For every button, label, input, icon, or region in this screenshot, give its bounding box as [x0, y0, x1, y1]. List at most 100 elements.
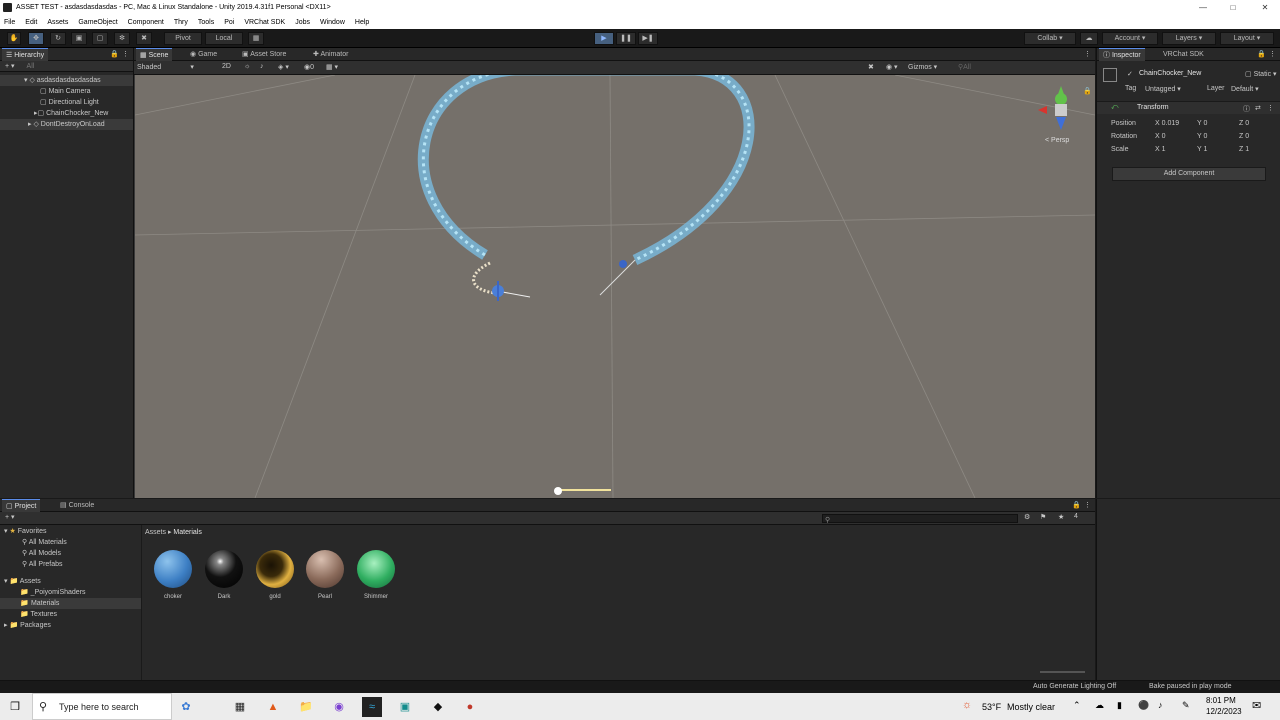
microphone-icon[interactable]: ⚫ — [1138, 700, 1149, 711]
cloud-icon[interactable]: ☁ — [1080, 32, 1098, 45]
hierarchy-menu-icon[interactable]: ⋮ — [122, 50, 129, 58]
audio-app-icon[interactable]: ≈ — [362, 697, 382, 717]
lighting-toggle-icon[interactable]: ☼ — [244, 63, 250, 70]
layer-dropdown[interactable]: Default ▾ — [1231, 85, 1259, 93]
unity-taskbar-icon[interactable]: ◆ — [428, 697, 448, 717]
minimize-icon[interactable]: — — [1188, 0, 1218, 15]
favorite-icon[interactable]: ★ — [1058, 513, 1064, 521]
material-card[interactable]: Dark — [204, 550, 244, 600]
project-menu-icon[interactable]: ⋮ — [1084, 501, 1091, 509]
scene-search-input[interactable]: ⚲All — [958, 63, 971, 71]
menu-vrchat-sdk[interactable]: VRChat SDK — [244, 19, 285, 26]
transform-tool-icon[interactable]: ✼ — [114, 32, 130, 45]
create-icon[interactable]: + ▾ — [5, 513, 15, 521]
grid-snap-icon[interactable]: ▦ — [248, 32, 264, 45]
active-checkbox[interactable]: ✓ — [1127, 70, 1133, 78]
favorite-item[interactable]: ⚲ All Materials — [22, 538, 67, 546]
hierarchy-dontdestroy-row[interactable]: ▸ ◇ DontDestroyOnLoad — [0, 119, 133, 130]
tab-asset-store[interactable]: ▣ Asset Store — [238, 48, 290, 61]
rect-tool-icon[interactable]: ▢ — [92, 32, 108, 45]
shading-mode-dropdown[interactable]: Shaded ▾ — [137, 63, 194, 71]
pivot-toggle[interactable]: Pivot — [164, 32, 202, 45]
favorites-row[interactable]: ▾ ★ Favorites — [4, 527, 47, 535]
scene-viewport[interactable]: 🔒 < Persp — [135, 75, 1095, 498]
volume-icon[interactable]: ♪ — [1158, 700, 1163, 710]
persp-label[interactable]: < Persp — [1045, 137, 1069, 144]
help-icon[interactable]: ⓘ — [1243, 104, 1250, 114]
hand-tool-icon[interactable]: ✋ — [7, 32, 21, 45]
tab-project[interactable]: ▢ Project — [2, 499, 41, 512]
start-icon[interactable]: ❒ — [5, 697, 25, 717]
transform-header[interactable]: ⤺ Transform ⓘ ⇄ ⋮ — [1097, 101, 1280, 114]
hierarchy-item[interactable]: ▸▢ ChainChocker_New — [34, 108, 108, 119]
project-search-input[interactable]: ⚲ — [822, 514, 1018, 524]
rotation-z-field[interactable]: Z 0 — [1239, 133, 1249, 140]
position-y-field[interactable]: Y 0 — [1197, 120, 1207, 127]
filter-type-icon[interactable]: ⚙ — [1024, 513, 1030, 521]
close-icon[interactable]: ✕ — [1250, 0, 1280, 15]
maximize-icon[interactable]: □ — [1218, 0, 1248, 15]
lighting-status[interactable]: Auto Generate Lighting Off — [1033, 683, 1116, 690]
menu-file[interactable]: File — [4, 19, 15, 26]
rotation-x-field[interactable]: X 0 — [1155, 133, 1166, 140]
onedrive-icon[interactable]: ☁ — [1095, 700, 1104, 711]
menu-help[interactable]: Help — [355, 19, 369, 26]
local-toggle[interactable]: Local — [205, 32, 243, 45]
layers-dropdown[interactable]: Layers ▾ — [1162, 32, 1216, 45]
tray-chevron-icon[interactable]: ⌃ — [1073, 700, 1081, 711]
hidden-objects-icon[interactable]: ◉0 — [304, 63, 314, 71]
battery-icon[interactable]: ▮ — [1117, 700, 1122, 711]
material-card[interactable]: Shimmer — [356, 550, 396, 600]
recorder-icon[interactable]: ● — [460, 697, 480, 717]
object-name-field[interactable]: ChainChocker_New — [1139, 70, 1201, 77]
assets-row[interactable]: ▾ 📁 Assets — [4, 577, 41, 585]
inspector-menu-icon[interactable]: ⋮ — [1269, 50, 1276, 58]
rotation-y-field[interactable]: Y 0 — [1197, 133, 1207, 140]
add-icon[interactable]: + ▾ — [5, 62, 15, 70]
zoom-slider[interactable] — [1040, 671, 1085, 673]
scale-z-field[interactable]: Z 1 — [1239, 146, 1249, 153]
step-button[interactable]: ▶❚ — [638, 32, 658, 45]
tag-dropdown[interactable]: Untagged ▾ — [1145, 85, 1181, 93]
account-dropdown[interactable]: Account ▾ — [1102, 32, 1158, 45]
breadcrumb-root[interactable]: Assets — [145, 529, 166, 536]
notification-icon[interactable]: ✉ — [1252, 699, 1261, 712]
clock-time[interactable]: 8:01 PM — [1206, 696, 1236, 705]
lock-icon[interactable]: 🔒 — [110, 50, 119, 58]
tab-inspector[interactable]: ⓘ Inspector — [1099, 48, 1145, 61]
tab-console[interactable]: ▤ Console — [56, 499, 98, 512]
cc-app-icon[interactable]: ▣ — [395, 697, 415, 717]
scale-tool-icon[interactable]: ▣ — [71, 32, 87, 45]
add-component-button[interactable]: Add Component — [1112, 167, 1266, 181]
rotate-tool-icon[interactable]: ↻ — [50, 32, 66, 45]
menu-poi[interactable]: Poi — [224, 19, 234, 26]
play-button[interactable]: ▶ — [594, 32, 614, 45]
weather-temp[interactable]: 53°F — [982, 702, 1001, 712]
folder-item[interactable]: 📁 Textures — [20, 610, 57, 618]
inspector-lock-icon[interactable]: 🔒 — [1257, 50, 1266, 58]
project-lock-icon[interactable]: 🔒 — [1072, 501, 1081, 509]
weather-desc[interactable]: Mostly clear — [1007, 702, 1055, 712]
hierarchy-item[interactable]: ▢ Main Camera — [40, 86, 91, 97]
menu-edit[interactable]: Edit — [25, 19, 37, 26]
material-card[interactable]: choker — [153, 550, 193, 600]
camera-marker[interactable] — [554, 487, 562, 495]
hierarchy-scene-row[interactable]: ▾ ◇ asdasdasdasdasdas — [0, 75, 133, 86]
preset-icon[interactable]: ⇄ — [1255, 104, 1261, 112]
tab-vrchat-sdk[interactable]: VRChat SDK — [1159, 48, 1208, 61]
menu-jobs[interactable]: Jobs — [295, 19, 310, 26]
gizmos-dropdown[interactable]: Gizmos ▾ — [908, 63, 937, 71]
static-checkbox[interactable]: ▢ Static ▾ — [1245, 70, 1277, 78]
tab-animator[interactable]: ✚ Animator — [309, 48, 352, 61]
material-card[interactable]: gold — [255, 550, 295, 600]
tab-game[interactable]: ◉ Game — [186, 48, 221, 61]
camera-icon[interactable]: ◉ ▾ — [886, 63, 898, 71]
scene-menu-icon[interactable]: ⋮ — [1084, 50, 1091, 58]
menu-gameobject[interactable]: GameObject — [78, 19, 117, 26]
breadcrumb-current[interactable]: Materials — [173, 529, 201, 536]
component-menu-icon[interactable]: ⋮ — [1267, 104, 1274, 112]
widgets-icon[interactable]: ✿ — [176, 697, 196, 717]
favorite-item[interactable]: ⚲ All Prefabs — [22, 560, 63, 568]
pause-button[interactable]: ❚❚ — [616, 32, 636, 45]
collab-button[interactable]: Collab ▾ — [1024, 32, 1076, 45]
